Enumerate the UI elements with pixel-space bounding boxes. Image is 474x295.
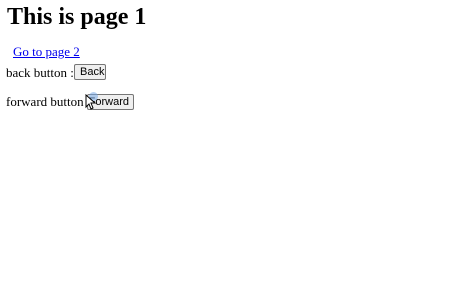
back-button-label: back button : — [6, 65, 74, 80]
forward-button[interactable]: Forward — [87, 94, 134, 110]
back-button[interactable]: Back — [74, 64, 106, 80]
page-title: This is page 1 — [7, 4, 147, 30]
go-to-page-2-link[interactable]: Go to page 2 — [13, 44, 80, 59]
forward-button-label: forward button : — [6, 94, 91, 109]
